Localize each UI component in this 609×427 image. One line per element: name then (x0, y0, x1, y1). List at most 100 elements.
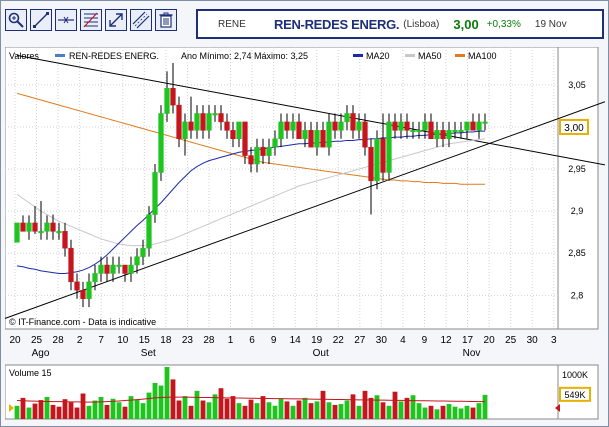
x-tick-label: 30 (376, 335, 388, 346)
volume-bar (320, 390, 326, 419)
volume-bar (392, 391, 398, 419)
x-tick-label: 6 (249, 335, 255, 346)
candle (188, 121, 194, 131)
x-tick-label: 9 (271, 335, 277, 346)
price-chart: 3,053,002,952,92,852,8 3,00 Valores REN-… (5, 47, 605, 420)
quote-date: 19 Nov (534, 18, 567, 30)
volume-bar (416, 403, 422, 419)
volume-bar (242, 405, 248, 419)
volume-bar (188, 405, 194, 419)
volume-bar (290, 405, 296, 419)
toolbar (5, 9, 177, 31)
volume-bar (284, 401, 290, 419)
candle (254, 146, 260, 165)
volume-bar (86, 405, 92, 419)
volume-bar (446, 404, 452, 419)
candle (116, 264, 122, 267)
volume-bar (314, 401, 320, 419)
volume-bar (194, 390, 200, 419)
x-tick-label: 28 (203, 335, 215, 346)
volume-bar (404, 397, 410, 419)
fibonacci-icon (83, 12, 98, 28)
volume-bar (344, 400, 350, 419)
volume-bar (308, 403, 314, 419)
x-tick-label: 20 (484, 335, 496, 346)
candle (470, 121, 476, 131)
volume-bar (434, 409, 440, 419)
horizontal-line-button[interactable] (55, 9, 77, 31)
volume-bar (476, 403, 482, 419)
ma100-label: MA100 (468, 51, 497, 61)
last-price: 3,00 (453, 16, 479, 32)
candle (86, 281, 92, 299)
x-tick-label: 9 (422, 335, 428, 346)
ma100-swatch (455, 54, 465, 57)
volume-bar (326, 402, 332, 419)
candle (404, 121, 410, 131)
candle (278, 121, 284, 140)
zoom-button[interactable] (5, 9, 27, 31)
candle (476, 121, 482, 131)
candle (50, 222, 56, 232)
x-tick-label: 12 (440, 335, 452, 346)
parallel-lines-button[interactable] (130, 9, 152, 31)
candle (14, 222, 20, 243)
candle (482, 121, 488, 124)
candle (68, 247, 74, 283)
ma20-label: MA20 (366, 51, 390, 61)
volume-y-tick-label: 549K (564, 390, 585, 400)
candle (92, 273, 98, 283)
candle (284, 121, 290, 131)
candle (356, 121, 362, 131)
candle (158, 113, 164, 173)
volume-bar (440, 405, 446, 419)
candle (308, 130, 314, 148)
candle (416, 130, 422, 133)
x-tick-label: 2 (77, 335, 83, 346)
x-tick-label: 17 (462, 335, 474, 346)
x-tick-label: 25 (505, 335, 517, 346)
volume-bar (80, 393, 86, 419)
candle (62, 231, 68, 249)
candle (74, 281, 80, 291)
volume-bar (332, 404, 338, 419)
candle (80, 290, 86, 299)
volume-bar (116, 402, 122, 419)
volume-bar (68, 402, 74, 419)
candle (236, 121, 242, 140)
volume-bar (296, 400, 302, 419)
volume-bar (122, 406, 128, 419)
ma20-swatch (353, 54, 363, 57)
series-swatch (55, 54, 65, 57)
x-tick-label: 27 (354, 335, 366, 346)
trash-icon (159, 12, 173, 28)
candle (266, 146, 272, 156)
candle (164, 87, 170, 114)
y-tick-label: 2,8 (571, 290, 584, 300)
volume-bar (380, 402, 386, 419)
candle (38, 231, 44, 234)
volume-bar (104, 404, 110, 419)
candle (44, 222, 50, 232)
candle (344, 113, 350, 123)
volume-bar (146, 392, 152, 419)
last-price-label: 3,00 (564, 123, 584, 134)
draw-line-button[interactable] (30, 9, 52, 31)
candle (464, 121, 470, 131)
candle (368, 146, 374, 182)
candle (410, 130, 416, 133)
candle (428, 121, 434, 140)
candle (422, 121, 428, 131)
candle (248, 155, 254, 165)
volume-bar (152, 382, 158, 419)
candle (200, 113, 206, 131)
candle (242, 121, 248, 156)
range-label: Ano Mínimo: 2,74 Máximo: 3,25 (181, 51, 308, 61)
fibonacci-button[interactable] (80, 9, 102, 31)
volume-bar (254, 403, 260, 419)
arrow-up-button[interactable] (105, 9, 127, 31)
candle (134, 256, 140, 266)
candle (296, 121, 302, 140)
delete-button[interactable] (155, 9, 177, 31)
volume-title: Volume 15 (9, 368, 52, 378)
